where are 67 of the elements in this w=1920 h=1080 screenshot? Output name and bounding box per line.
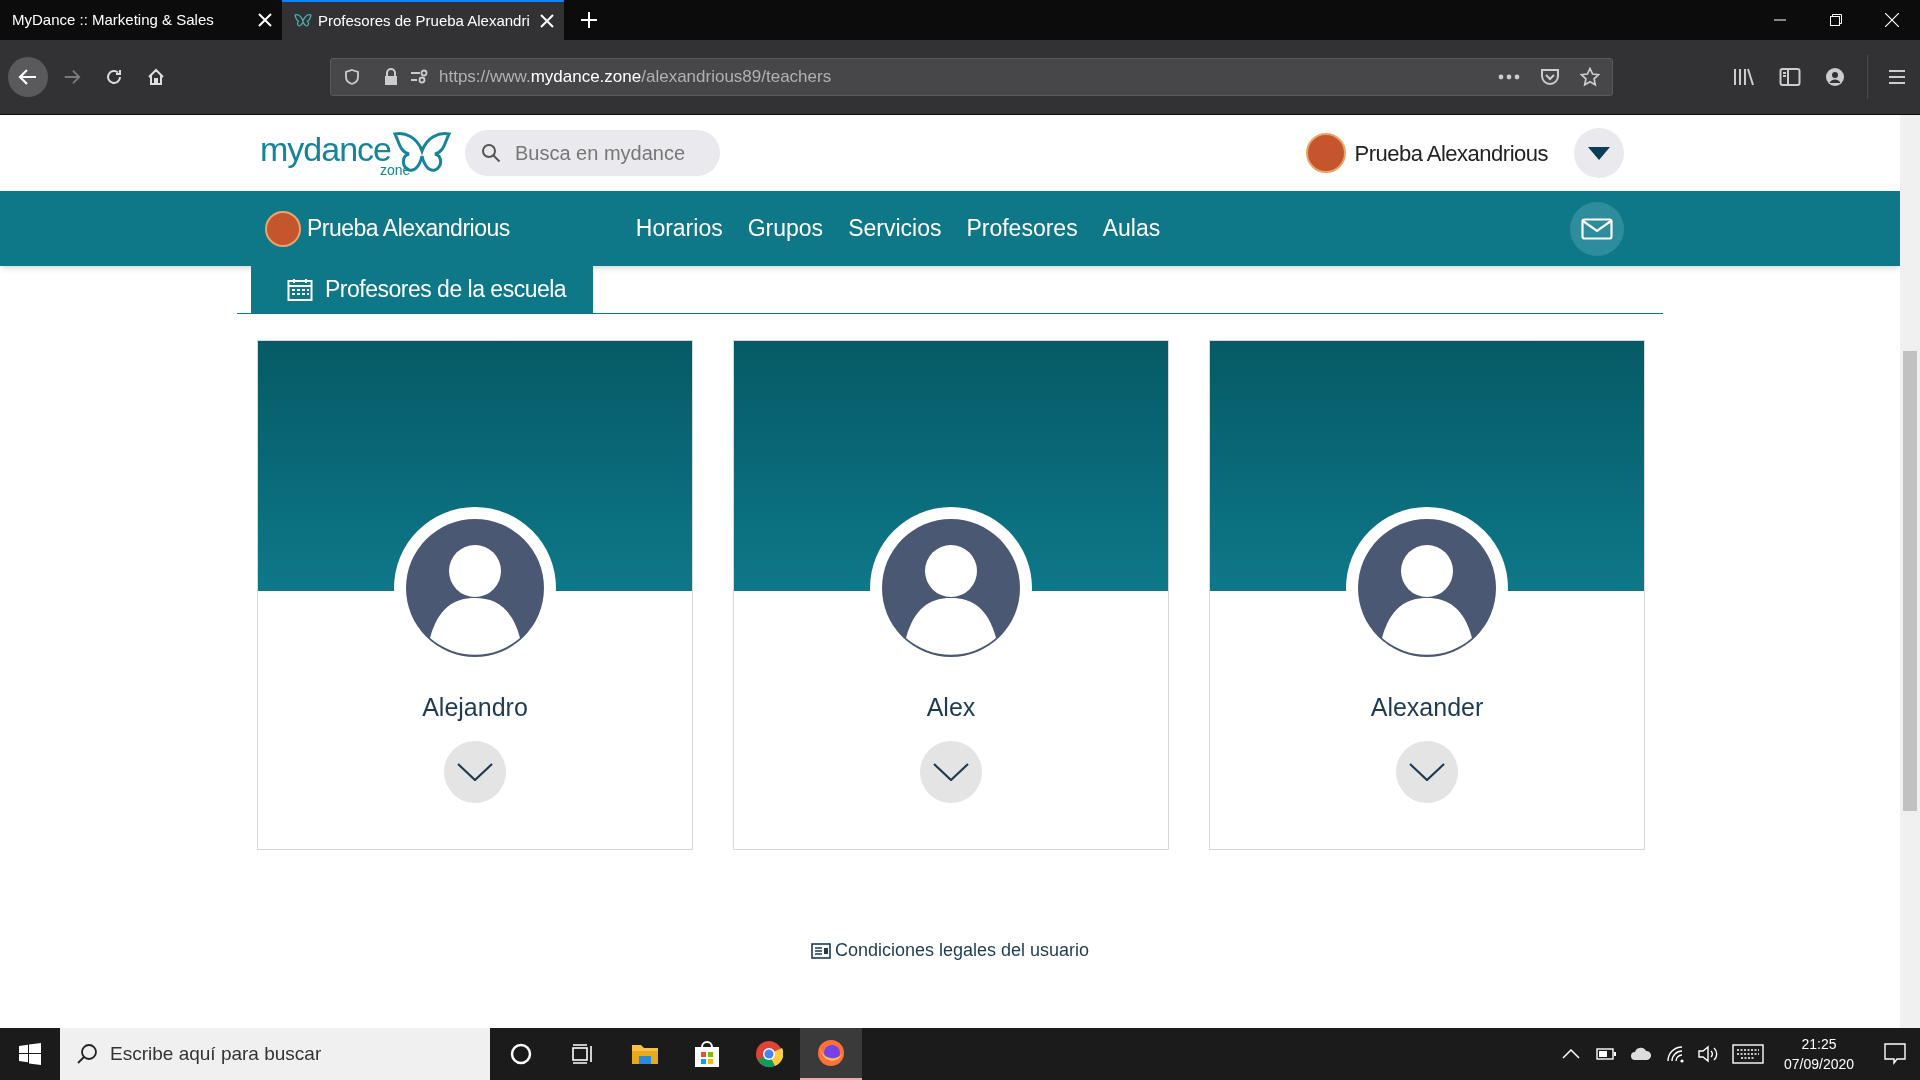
search-icon <box>76 1043 98 1065</box>
teacher-name: Alexander <box>1370 692 1484 723</box>
restore-icon[interactable] <box>1830 14 1842 26</box>
reload-icon <box>104 67 124 87</box>
close-icon[interactable] <box>1885 13 1899 27</box>
shopping-bag-icon <box>694 1040 720 1068</box>
chevron-down-icon <box>933 762 969 781</box>
school-avatar[interactable] <box>265 210 301 247</box>
address-bar[interactable]: https://www.mydance.zone/alexandrious89/teachers <box>330 58 1613 96</box>
caret-icon <box>1588 146 1610 160</box>
nav-link[interactable]: Aulas <box>1102 211 1161 246</box>
task-view-icon <box>571 1043 595 1065</box>
lock-icon <box>383 68 399 86</box>
circle-icon <box>510 1043 532 1065</box>
calendar-icon <box>287 277 313 302</box>
nav-link[interactable]: Horarios <box>635 211 723 246</box>
school-name[interactable]: Prueba Alexandrious <box>307 211 510 246</box>
clock[interactable]: 21:25 07/09/2020 <box>1776 1028 1862 1080</box>
teacher-name: Alejandro <box>422 692 528 723</box>
legal-conditions-link[interactable]: Condiciones legales del usuario <box>810 937 1090 964</box>
user-menu-button[interactable] <box>1574 128 1624 178</box>
chevron-up-icon[interactable] <box>1562 1049 1580 1059</box>
sidebar-icon[interactable] <box>1779 67 1801 87</box>
menu-icon[interactable] <box>1888 69 1906 85</box>
battery-icon[interactable] <box>1596 1048 1616 1060</box>
keyboard-icon[interactable] <box>1732 1044 1764 1064</box>
browser-tab[interactable]: MyDance :: Marketing & Sales <box>0 0 282 40</box>
document-icon <box>810 942 831 959</box>
scrollbar[interactable] <box>1900 115 1920 1028</box>
nav-link[interactable]: Servicios <box>848 211 942 246</box>
butterfly-icon <box>294 14 312 28</box>
windows-icon <box>19 1043 41 1065</box>
nav-link[interactable]: Profesores <box>966 211 1078 246</box>
forward-arrow-icon <box>62 67 82 87</box>
star-icon[interactable] <box>1580 67 1600 87</box>
search-field[interactable]: Busca en mydance <box>464 130 720 176</box>
message-button[interactable] <box>1570 201 1624 256</box>
url-text: https://www.mydance.zone/alexandrious89/teachers <box>439 66 832 89</box>
taskbar-search-field[interactable]: Escribe aquí para buscar <box>60 1028 490 1080</box>
user-name[interactable]: Prueba Alexandrious <box>1354 136 1548 170</box>
close-icon[interactable] <box>540 14 554 28</box>
chevron-down-icon <box>1409 762 1445 781</box>
more-icon[interactable] <box>1498 74 1520 80</box>
account-icon[interactable] <box>1825 67 1845 87</box>
nav-link[interactable]: Grupos <box>747 211 824 246</box>
cloud-icon[interactable] <box>1630 1047 1652 1061</box>
pocket-icon[interactable] <box>1540 68 1560 86</box>
folder-icon <box>631 1042 659 1066</box>
new-tab-icon[interactable] <box>580 11 598 29</box>
library-icon[interactable] <box>1733 67 1755 87</box>
teacher-name: Alex <box>926 692 976 723</box>
speaker-icon[interactable] <box>1698 1045 1720 1063</box>
notification-icon[interactable] <box>1884 1043 1906 1065</box>
home-icon <box>146 67 166 87</box>
envelope-icon <box>1581 217 1613 240</box>
wifi-icon[interactable] <box>1666 1045 1686 1063</box>
section-tab[interactable]: Profesores de la escuela <box>251 266 593 313</box>
close-icon[interactable] <box>258 13 272 27</box>
avatar[interactable] <box>1306 133 1347 173</box>
browser-icon <box>755 1040 783 1068</box>
search-icon <box>480 143 501 163</box>
shield-icon <box>343 68 361 86</box>
browser-tab[interactable]: Profesores de Prueba Alexandri <box>282 0 564 40</box>
chevron-down-icon <box>457 762 493 781</box>
permissions-icon <box>409 69 429 85</box>
back-button[interactable] <box>8 57 48 97</box>
browser-icon <box>817 1039 845 1067</box>
